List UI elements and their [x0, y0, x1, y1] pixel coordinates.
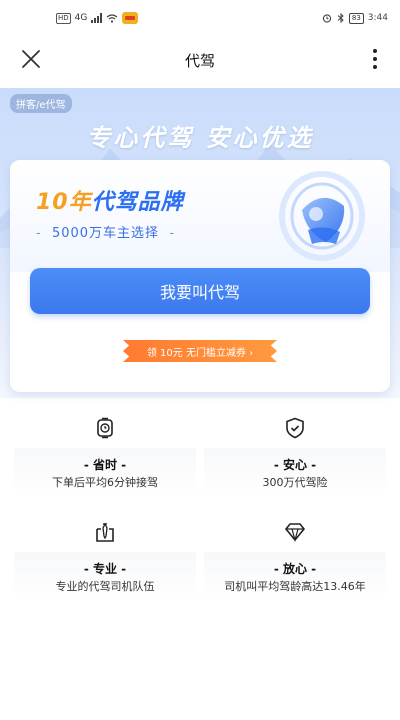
brand-headline: 10年代驾品牌	[36, 184, 184, 216]
status-left: HD 4G	[56, 12, 139, 24]
brand-text: 代驾品牌	[91, 190, 184, 215]
feature-desc: 司机叫平均驾龄高达13.46年	[224, 580, 366, 593]
feature-desc: 专业的代驾司机队伍	[55, 580, 155, 593]
more-vertical-icon[interactable]	[372, 49, 378, 69]
wifi-icon	[106, 13, 118, 23]
feature-title: - 放心 -	[273, 562, 317, 576]
clock-time: 3:44	[367, 13, 388, 23]
network-type: 4G	[74, 13, 88, 23]
signal-icon	[91, 13, 103, 23]
dash-right: -	[169, 226, 176, 241]
dash-left: -	[36, 226, 42, 241]
call-driver-button[interactable]: 我要叫代驾	[30, 268, 370, 314]
feature-grid: - 省时 - 下单后平均6分钟接驾 - 安心 - 300万代驾险 - 专业 - …	[10, 412, 390, 612]
close-icon[interactable]	[20, 48, 42, 70]
diamond-icon	[284, 523, 306, 543]
nav-bar: 代驾	[0, 38, 400, 82]
feature-item: - 专业 - 专业的代驾司机队伍	[10, 516, 200, 612]
feature-item: - 省时 - 下单后平均6分钟接驾	[10, 412, 200, 508]
hero-slogan: 专心代驾 安心优选	[86, 124, 314, 152]
hd-indicator: HD	[56, 12, 71, 24]
feature-desc: 300万代驾险	[262, 476, 328, 489]
shield-illustration-icon	[279, 171, 365, 261]
feature-item: - 放心 - 司机叫平均驾龄高达13.46年	[200, 516, 390, 612]
alarm-icon	[322, 14, 332, 23]
clock-icon	[97, 417, 113, 439]
battery-icon: 83	[348, 12, 364, 24]
brand-years: 10年	[36, 190, 92, 215]
partner-tag: 拼客/e代驾	[10, 94, 72, 113]
feature-item: - 安心 - 300万代驾险	[200, 412, 390, 508]
app-notification-icon	[122, 12, 139, 24]
status-right: 83 3:44	[321, 12, 388, 24]
coupon-badge[interactable]: 领 10元 无门槛立减券 ›	[123, 340, 277, 362]
order-card: 10年代驾品牌 - 5000万车主选择 - 我要叫代驾 领 10元 无门槛立减券…	[10, 160, 390, 392]
feature-title: - 专业 -	[83, 562, 127, 576]
bluetooth-icon	[337, 13, 344, 23]
shield-check-icon	[286, 417, 304, 439]
feature-title: - 省时 -	[83, 458, 127, 472]
status-bar: HD 4G 83 3:44	[0, 0, 400, 36]
feature-desc: 下单后平均6分钟接驾	[52, 476, 158, 489]
page-title: 代驾	[184, 51, 215, 70]
feature-title: - 安心 -	[273, 458, 317, 472]
subtitle-text: 5000万车主选择	[51, 226, 160, 241]
driver-tie-icon	[96, 522, 114, 542]
brand-subtitle: - 5000万车主选择 -	[36, 222, 175, 241]
